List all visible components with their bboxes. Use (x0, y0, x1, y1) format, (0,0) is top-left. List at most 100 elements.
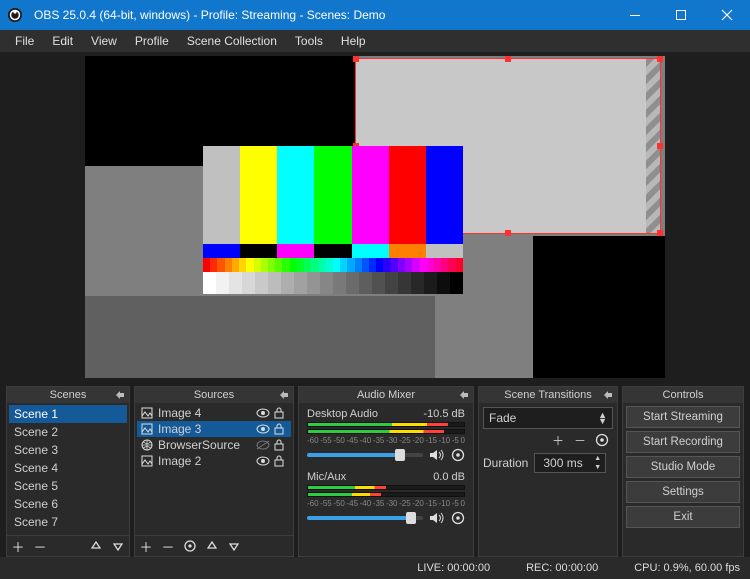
mixer-channel: Mic/Aux0.0 dB-60-55-50-45-40-35-30-25-20… (301, 468, 471, 531)
spin-up-button[interactable]: ▲ (591, 454, 605, 463)
scene-item[interactable]: Scene 5 (9, 477, 127, 495)
vu-meter-l (307, 422, 465, 427)
source-row[interactable]: Image 4 (137, 405, 291, 421)
move-scene-down-button[interactable] (111, 539, 125, 553)
lock-toggle[interactable] (274, 423, 288, 435)
selection-handle-n[interactable] (505, 56, 511, 62)
window-title: OBS 25.0.4 (64-bit, windows) - Profile: … (30, 8, 612, 22)
channel-db: 0.0 dB (433, 471, 465, 483)
lock-toggle[interactable] (274, 439, 288, 451)
source-row[interactable]: Image 2 (137, 453, 291, 469)
visibility-toggle[interactable] (256, 456, 270, 466)
selection-handle-s[interactable] (505, 230, 511, 236)
popout-icon[interactable] (459, 390, 469, 400)
start-streaming-button[interactable]: Start Streaming (626, 406, 740, 428)
speaker-icon[interactable] (429, 511, 445, 525)
settings-button[interactable]: Settings (626, 481, 740, 503)
source-label: Image 3 (158, 422, 252, 436)
browser-source-icon (140, 438, 154, 452)
mixer-title: Audio Mixer (357, 389, 415, 401)
scene-item[interactable]: Scene 1 (9, 405, 127, 423)
sources-header: Sources (135, 387, 293, 403)
popout-icon[interactable] (279, 390, 289, 400)
add-scene-button[interactable]: ＋ (11, 539, 25, 553)
status-cpu: CPU: 0.9%, 60.00 fps (634, 562, 740, 574)
sources-title: Sources (194, 389, 234, 401)
duration-label: Duration (483, 456, 528, 470)
move-source-down-button[interactable] (227, 539, 241, 553)
spin-down-button[interactable]: ▼ (591, 463, 605, 472)
lock-toggle[interactable] (274, 407, 288, 419)
source-row[interactable]: BrowserSource (137, 437, 291, 453)
add-transition-button[interactable]: ＋ (551, 433, 565, 447)
move-scene-up-button[interactable] (89, 539, 103, 553)
menu-file[interactable]: File (6, 31, 43, 51)
minimize-button[interactable] (612, 0, 658, 30)
controls-panel: Controls Start StreamingStart RecordingS… (622, 386, 744, 557)
transition-select[interactable]: Fade ▲▼ (483, 407, 613, 429)
transitions-panel: Scene Transitions Fade ▲▼ ＋ － Duration 3… (478, 386, 618, 557)
menu-view[interactable]: View (82, 31, 126, 51)
selection-handle-e[interactable] (657, 143, 663, 149)
scene-item[interactable]: Scene 6 (9, 495, 127, 513)
vu-meter-r (307, 429, 465, 434)
menu-profile[interactable]: Profile (126, 31, 178, 51)
selection-handle-ne[interactable] (657, 56, 663, 62)
popout-icon[interactable] (603, 390, 613, 400)
maximize-button[interactable] (658, 0, 704, 30)
image-source-icon (140, 406, 154, 420)
volume-slider[interactable] (307, 453, 423, 457)
transitions-title: Scene Transitions (504, 389, 591, 401)
selection-handle-nw[interactable] (353, 56, 359, 62)
controls-title: Controls (663, 389, 704, 401)
channel-settings-button[interactable] (451, 448, 465, 462)
duration-spinbox[interactable]: 300 ms ▲ ▼ (534, 453, 605, 473)
remove-scene-button[interactable]: － (33, 539, 47, 553)
window-titlebar: OBS 25.0.4 (64-bit, windows) - Profile: … (0, 0, 750, 30)
preview-canvas[interactable] (85, 56, 665, 378)
visibility-toggle[interactable] (256, 440, 270, 450)
transitions-header: Scene Transitions (479, 387, 617, 403)
sources-panel: Sources Image 4Image 3BrowserSourceImage… (134, 386, 294, 557)
exit-button[interactable]: Exit (626, 506, 740, 528)
transition-selected-value: Fade (489, 411, 516, 425)
visibility-toggle[interactable] (256, 408, 270, 418)
scene-item[interactable]: Scene 7 (9, 513, 127, 531)
popout-icon[interactable] (115, 390, 125, 400)
studio-mode-button[interactable]: Studio Mode (626, 456, 740, 478)
vu-meter-l (307, 485, 465, 490)
image-source-icon (140, 454, 154, 468)
menu-scene-collection[interactable]: Scene Collection (178, 31, 286, 51)
menu-tools[interactable]: Tools (286, 31, 332, 51)
start-recording-button[interactable]: Start Recording (626, 431, 740, 453)
speaker-icon[interactable] (429, 448, 445, 462)
controls-body: Start Streaming Start Recording Studio Mod… (623, 403, 743, 556)
close-button[interactable] (704, 0, 750, 30)
scene-item[interactable]: Scene 3 (9, 441, 127, 459)
channel-name: Desktop Audio (307, 408, 378, 420)
source-row[interactable]: Image 3 (137, 421, 291, 437)
scenes-panel: Scenes Scene 1Scene 2Scene 3Scene 4Scene… (6, 386, 130, 557)
scenes-header: Scenes (7, 387, 129, 403)
image-source-icon (140, 422, 154, 436)
menu-edit[interactable]: Edit (43, 31, 82, 51)
menu-help[interactable]: Help (332, 31, 375, 51)
vu-meter-r (307, 492, 465, 497)
source-properties-button[interactable] (183, 539, 197, 553)
volume-slider[interactable] (307, 516, 423, 520)
scene-item[interactable]: Scene 4 (9, 459, 127, 477)
visibility-toggle[interactable] (256, 424, 270, 434)
channel-settings-button[interactable] (451, 511, 465, 525)
preview-layer-gray (85, 296, 435, 378)
transition-settings-button[interactable] (595, 433, 609, 447)
selection-handle-se[interactable] (657, 230, 663, 236)
add-source-button[interactable]: ＋ (139, 539, 153, 553)
move-source-up-button[interactable] (205, 539, 219, 553)
duration-value: 300 ms (535, 454, 590, 472)
mixer-channel: Desktop Audio-10.5 dB-60-55-50-45-40-35-… (301, 405, 471, 468)
docks: Scenes Scene 1Scene 2Scene 3Scene 4Scene… (0, 382, 750, 557)
remove-transition-button[interactable]: － (573, 433, 587, 447)
scene-item[interactable]: Scene 2 (9, 423, 127, 441)
remove-source-button[interactable]: － (161, 539, 175, 553)
lock-toggle[interactable] (274, 455, 288, 467)
